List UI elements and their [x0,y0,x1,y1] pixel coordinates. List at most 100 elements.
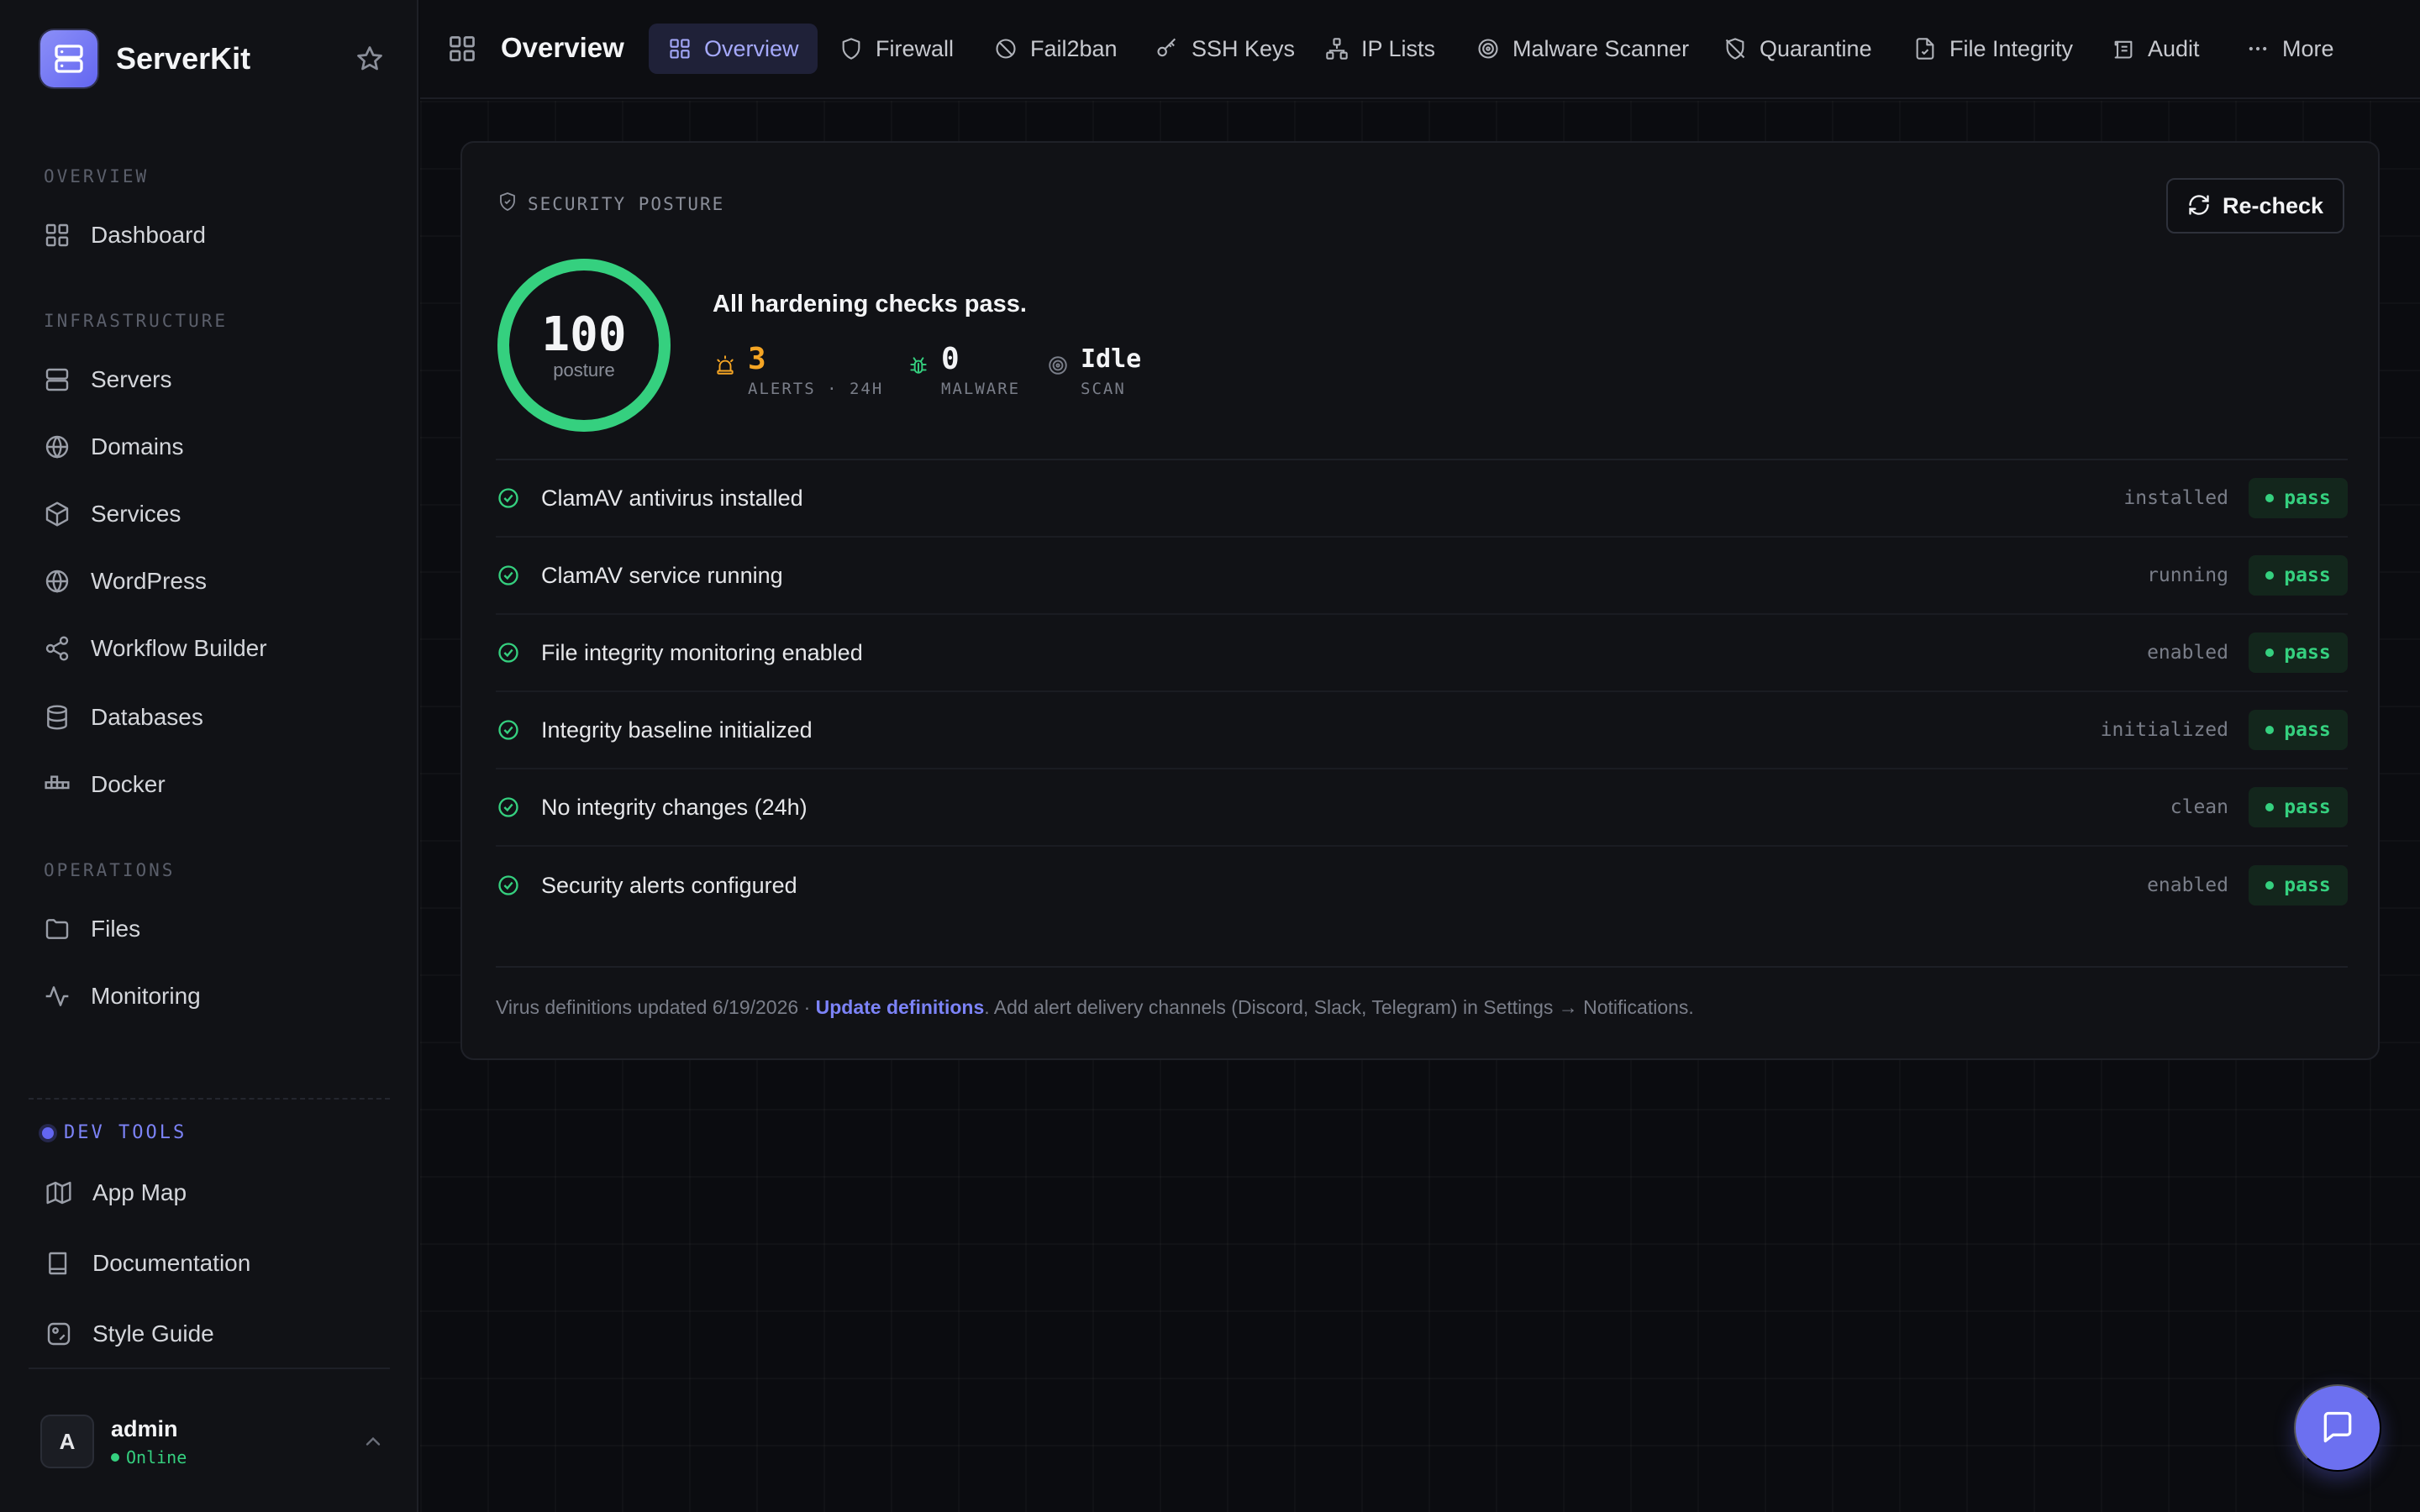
share-icon [42,633,72,664]
sidebar-item-docker[interactable]: Docker [42,759,387,810]
check-circle-icon [496,873,521,898]
refresh-icon [2187,193,2211,219]
check-row: No integrity changes (24h) clean pass [496,769,2348,847]
sidebar-item-label: Domains [91,433,184,459]
sidebar-item-label: Workflow Builder [91,635,267,661]
wordpress-icon [42,566,72,596]
scan-state: Idle [1081,344,1142,374]
user-name: admin [111,1415,178,1441]
sidebar: ServerKit OVERVIEW Dashboard INFRASTRUCT… [0,0,418,1512]
check-status: enabled [2147,642,2228,664]
map-icon [44,1178,74,1208]
nav-section-overview: OVERVIEW [44,166,150,186]
sidebar-item-services[interactable]: Services [42,489,387,539]
check-circle-icon [496,486,521,511]
sidebar-item-style-guide[interactable]: Style Guide [44,1309,388,1359]
sidebar-divider [29,1098,390,1100]
tab-audit[interactable]: Audit [2092,24,2218,74]
card-divider [496,966,2348,968]
footer-note: Virus definitions updated 6/19/2026 · Up… [496,996,1694,1019]
sidebar-item-app-map[interactable]: App Map [44,1168,388,1218]
tab-ssh-keys[interactable]: SSH Keys [1136,24,1313,74]
sidebar-item-label: Documentation [92,1250,251,1276]
network-icon [1324,36,1349,61]
update-definitions-link[interactable]: Update definitions [816,996,985,1018]
check-circle-icon [496,640,521,665]
scan-caption: SCAN [1081,380,1126,398]
box-icon [42,499,72,529]
tab-label: Overview [704,35,799,61]
stat-malware[interactable]: 0 MALWARE [906,343,1020,398]
sidebar-item-label: Dashboard [91,222,206,248]
security-posture-card: SECURITY POSTURE Re-check 100 posture Al… [460,141,2380,1060]
dev-tools-label: DEV TOOLS [64,1122,187,1143]
recheck-label: Re-check [2222,192,2324,218]
nav-section-operations: OPERATIONS [44,860,176,880]
star-icon[interactable] [355,44,385,74]
pass-label: pass [2284,642,2331,664]
sidebar-item-databases[interactable]: Databases [42,692,387,743]
tab-firewall[interactable]: Firewall [820,24,972,74]
alerts-caption: ALERTS · 24H [748,380,884,398]
ban-icon [993,36,1018,61]
tab-label: File Integrity [1949,35,2074,61]
chevron-up-icon[interactable] [361,1430,385,1453]
sidebar-item-label: Style Guide [92,1320,214,1347]
pass-dot-icon [2265,494,2275,502]
tab-fail2ban[interactable]: Fail2ban [975,24,1136,74]
sidebar-item-documentation[interactable]: Documentation [44,1238,388,1289]
sidebar-item-servers[interactable]: Servers [42,354,387,405]
tab-quarantine[interactable]: Quarantine [1704,24,1891,74]
sidebar-item-domains[interactable]: Domains [42,422,387,472]
grid-icon [42,220,72,250]
sidebar-item-label: Files [91,916,141,942]
brand[interactable]: ServerKit [40,30,385,87]
check-status: clean [2170,796,2228,818]
database-icon [42,702,72,732]
tab-file-integrity[interactable]: File Integrity [1894,24,2091,74]
tab-label: Quarantine [1760,35,1872,61]
check-label: Security alerts configured [541,872,797,898]
sidebar-item-workflow-builder[interactable]: Workflow Builder [42,623,387,674]
sidebar-item-monitoring[interactable]: Monitoring [42,971,387,1021]
recheck-button[interactable]: Re-check [2166,178,2344,234]
dev-tools-header: DEV TOOLS [42,1122,187,1143]
online-dot-icon [111,1452,119,1462]
sidebar-item-dashboard[interactable]: Dashboard [42,210,387,260]
pass-dot-icon [2265,803,2275,811]
posture-score-label: posture [553,360,615,381]
user-divider [29,1368,390,1369]
tab-label: More [2282,35,2334,61]
pass-dot-icon [2265,648,2275,657]
chat-button[interactable] [2294,1384,2381,1472]
avatar: A [40,1415,94,1468]
nav-section-infrastructure: INFRASTRUCTURE [44,311,229,331]
posture-summary: All hardening checks pass. [713,291,1027,318]
globe-icon [42,432,72,462]
check-row: ClamAV antivirus installed installed pas… [496,460,2348,538]
tab-malware-scanner[interactable]: Malware Scanner [1457,24,1707,74]
pass-dot-icon [2265,571,2275,580]
user-status-label: Online [126,1446,187,1467]
pass-label: pass [2284,796,2331,818]
user-menu[interactable]: A admin Online [40,1415,385,1468]
stat-alerts[interactable]: 3 ALERTS · 24H [713,343,883,398]
activity-icon [42,981,72,1011]
sidebar-item-wordpress[interactable]: WordPress [42,556,387,606]
tab-ip-lists[interactable]: IP Lists [1306,24,1454,74]
palette-icon [44,1319,74,1349]
check-label: ClamAV service running [541,562,783,588]
tab-overview[interactable]: Overview [649,24,818,74]
sidebar-item-label: Databases [91,704,203,730]
sidebar-item-files[interactable]: Files [42,904,387,954]
chat-icon [2319,1409,2356,1448]
section-label: SECURITY POSTURE [528,193,725,214]
check-row: Integrity baseline initialized initializ… [496,692,2348,769]
tab-more[interactable]: More [2227,24,2353,74]
grid-icon [667,36,692,61]
pass-badge: pass [2249,555,2348,596]
sidebar-item-label: Monitoring [91,983,201,1009]
siren-icon [713,353,738,378]
stat-scan[interactable]: Idle SCAN [1045,343,1141,398]
check-label: ClamAV antivirus installed [541,485,803,511]
